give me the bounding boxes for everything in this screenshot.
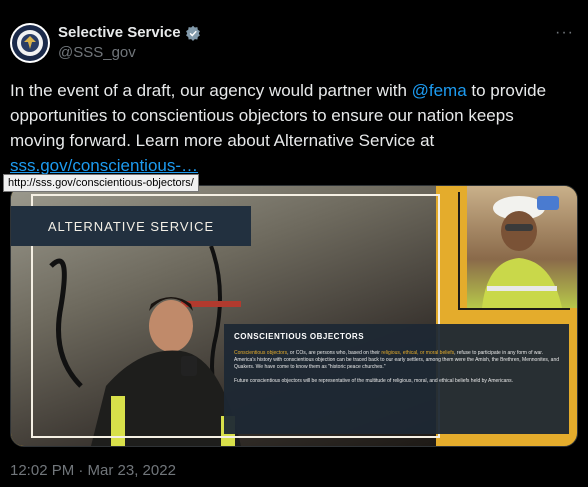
highlight-text: Conscientious objectors bbox=[234, 350, 288, 356]
conscientious-objectors-box: CONSCIENTIOUS OBJECTORS Conscientious ob… bbox=[224, 324, 569, 434]
more-options-icon[interactable]: ··· bbox=[555, 24, 574, 42]
worker-frame-border bbox=[458, 192, 570, 310]
tweet-media-image[interactable]: ALTERNATIVE SERVICE CONSCIENTIOUS OBJECT… bbox=[10, 185, 578, 447]
alternative-service-banner: ALTERNATIVE SERVICE bbox=[11, 206, 251, 246]
author-handle[interactable]: @SSS_gov bbox=[58, 44, 136, 61]
box-text: , or COs, are persons who, based on thei… bbox=[287, 350, 382, 356]
tweet-url-link[interactable]: sss.gov/conscientious-… bbox=[10, 156, 198, 175]
box-text: . bbox=[511, 378, 514, 384]
box-title: CONSCIENTIOUS OBJECTORS bbox=[234, 332, 365, 341]
display-name[interactable]: Selective Service bbox=[58, 24, 181, 41]
tweet-text: In the event of a draft, our agency woul… bbox=[10, 78, 572, 178]
author-name-row: Selective Service bbox=[58, 24, 201, 41]
link-url-tooltip: http://sss.gov/conscientious-objectors/ bbox=[3, 174, 199, 192]
tweet-timestamp[interactable]: 12:02 PM · Mar 23, 2022 bbox=[10, 462, 176, 479]
box-paragraph-1: Conscientious objectors, or COs, are per… bbox=[234, 350, 559, 371]
highlight-text: religious, ethical, or moral beliefs bbox=[381, 350, 455, 356]
avatar[interactable] bbox=[10, 23, 50, 63]
highlight-text: Americans bbox=[488, 378, 512, 384]
tweet-text-part: In the event of a draft, our agency woul… bbox=[10, 81, 412, 100]
mention-link[interactable]: @fema bbox=[412, 81, 467, 100]
verified-badge-icon bbox=[185, 25, 200, 41]
box-paragraph-2: Future conscientious objectors will be r… bbox=[234, 378, 559, 385]
selective-service-seal-icon bbox=[12, 25, 48, 61]
box-text: Future conscientious objectors will be r… bbox=[234, 378, 489, 384]
